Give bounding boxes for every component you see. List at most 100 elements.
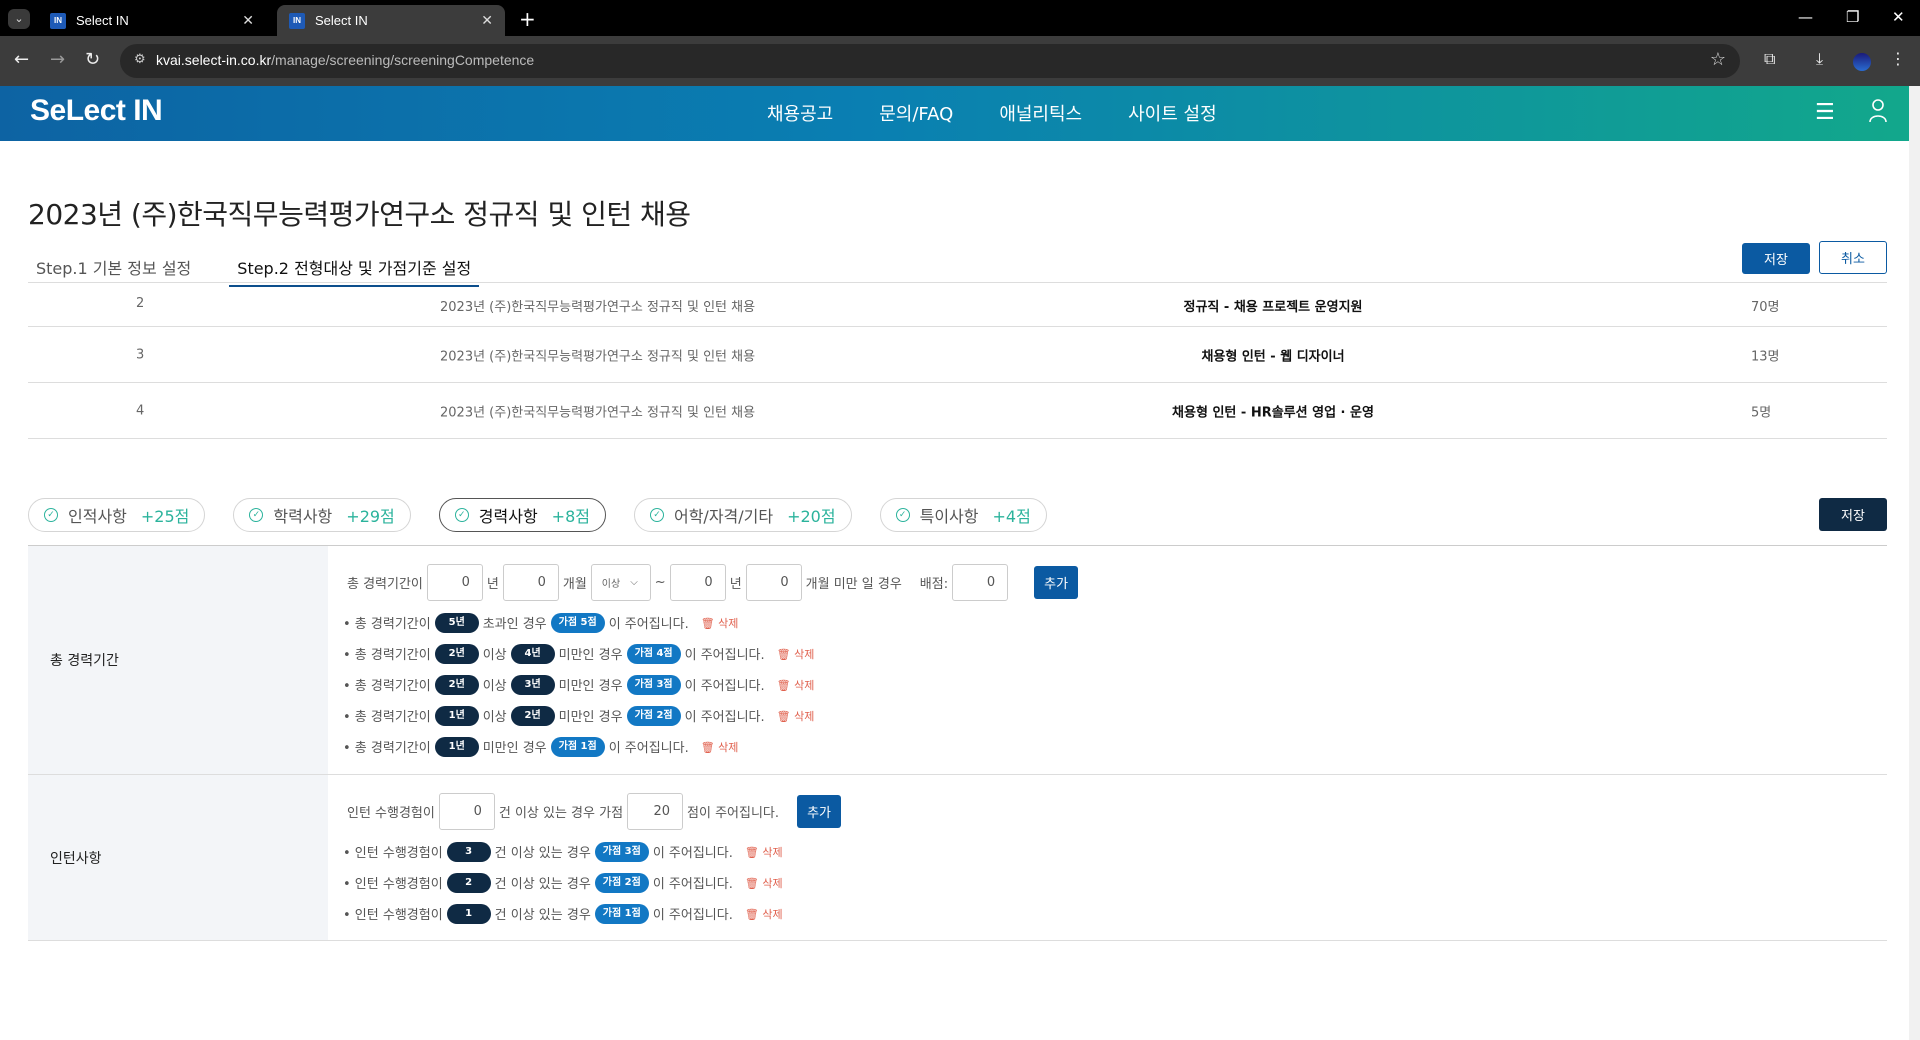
reload-icon[interactable]: ↻	[85, 49, 100, 70]
delete-rule-button[interactable]: 🗑 삭제	[777, 646, 815, 662]
years-from-input[interactable]	[426, 563, 483, 601]
hamburger-menu-icon[interactable]: ☰	[1815, 100, 1835, 125]
back-icon[interactable]: ←	[14, 49, 29, 70]
save-criteria-button[interactable]: 저장	[1819, 498, 1887, 531]
site-logo[interactable]: SeLect IN	[30, 94, 163, 128]
browser-tab-2[interactable]: IN Select IN ✕	[277, 5, 505, 36]
rule-value-badge: 3년	[510, 674, 555, 695]
delete-rule-button[interactable]: 🗑 삭제	[745, 906, 783, 922]
category-tab-special[interactable]: ✓ 특이사항 +4점	[879, 498, 1047, 532]
nav-item-analytics[interactable]: 애널리틱스	[999, 100, 1082, 126]
category-tab-career[interactable]: ✓ 경력사항 +8점	[438, 498, 606, 532]
rule-value-badge: 1년	[434, 705, 479, 726]
delete-rule-button[interactable]: 🗑 삭제	[777, 708, 815, 724]
table-row: 4 2023년 (주)한국직무능력평가연구소 정규직 및 인턴 채용 채용형 인…	[28, 383, 1887, 439]
delete-rule-button[interactable]: 🗑 삭제	[701, 615, 739, 631]
bookmark-star-icon[interactable]: ☆	[1710, 49, 1726, 70]
divider	[28, 282, 1887, 283]
minimize-icon[interactable]: —	[1798, 8, 1813, 26]
category-tab-education[interactable]: ✓ 학력사항 +29점	[233, 498, 411, 532]
delete-rule-button[interactable]: 🗑 삭제	[745, 875, 783, 891]
download-icon[interactable]: ⤓	[1816, 49, 1823, 69]
rule-text: 이 주어집니다.	[684, 648, 765, 663]
row-number: 2	[136, 296, 145, 311]
category-score: +25점	[140, 507, 190, 526]
form-label: 총 경력기간이	[347, 576, 423, 592]
forward-icon[interactable]: →	[50, 49, 65, 70]
delete-rule-button[interactable]: 🗑 삭제	[701, 739, 739, 755]
career-rule: • 총 경력기간이 2년 이상 4년 미만인 경우 가점 4점 이 주어집니다.…	[343, 638, 1887, 669]
form-label: 건 이상 있는 경우 가점	[498, 805, 624, 821]
browser-tabbar: ⌄ IN Select IN ✕ IN Select IN ✕ + — ❐ ✕	[0, 0, 1920, 36]
category-label: 특이사항	[919, 507, 979, 526]
extensions-icon[interactable]: ⧉	[1764, 49, 1775, 69]
check-circle-icon: ✓	[44, 508, 58, 522]
operator-value: 이상	[601, 578, 621, 590]
category-tab-personal[interactable]: ✓ 인적사항 +25점	[28, 498, 206, 532]
rule-text: 이 주어집니다.	[652, 908, 733, 923]
criteria-body: 총 경력기간이 년 개월 이상 ⌵ ~ 년 개월 미만 일 경우 배점: 추가 •…	[328, 546, 1887, 774]
rule-text: 이 주어집니다.	[652, 877, 733, 892]
rule-value-badge: 2년	[434, 674, 479, 695]
tab-favicon-icon: IN	[289, 12, 305, 29]
row-position: 채용형 인턴 - 웹 디자이너	[1201, 349, 1345, 364]
delete-rule-button[interactable]: 🗑 삭제	[745, 844, 783, 860]
rule-text: 이 주어집니다.	[652, 846, 733, 861]
row-number: 3	[136, 347, 145, 362]
months-from-input[interactable]	[502, 563, 559, 601]
intern-score-input[interactable]	[627, 792, 684, 830]
rule-value-badge: 1	[446, 903, 491, 924]
intern-rule: • 인턴 수행경험이 3 건 이상 있는 경우 가점 3점 이 주어집니다. 🗑…	[343, 836, 1887, 867]
career-rule: • 총 경력기간이 2년 이상 3년 미만인 경우 가점 3점 이 주어집니다.…	[343, 669, 1887, 700]
profile-avatar-icon[interactable]	[1853, 53, 1871, 71]
career-rule: • 총 경력기간이 1년 이상 2년 미만인 경우 가점 2점 이 주어집니다.…	[343, 700, 1887, 731]
score-input[interactable]	[952, 563, 1009, 601]
close-icon[interactable]: ✕	[481, 13, 493, 29]
rule-value-badge: 2	[446, 872, 491, 893]
add-intern-rule-button[interactable]: 추가	[797, 794, 842, 828]
page-scrollbar[interactable]	[1909, 86, 1920, 1040]
url-text: kvai.select-in.co.kr/manage/screening/sc…	[156, 52, 535, 68]
restore-icon[interactable]: ❐	[1846, 8, 1859, 26]
save-button[interactable]: 저장	[1742, 243, 1810, 274]
bonus-badge: 가점 1점	[550, 736, 605, 757]
rule-text: • 총 경력기간이	[343, 648, 431, 663]
category-label: 어학/자격/기타	[673, 507, 774, 526]
criteria-row-intern: 인턴사항 인턴 수행경험이 건 이상 있는 경우 가점 점이 주어집니다. 추가…	[28, 775, 1887, 941]
cancel-button[interactable]: 취소	[1819, 241, 1887, 274]
add-career-rule-button[interactable]: 추가	[1034, 565, 1079, 599]
check-circle-icon: ✓	[249, 508, 264, 522]
rule-text: 미만인 경우	[558, 648, 623, 663]
months-to-input[interactable]	[745, 563, 802, 601]
tab-search-menu-icon[interactable]: ⌄	[8, 9, 30, 29]
nav-item-faq[interactable]: 문의/FAQ	[879, 100, 953, 126]
rule-text: 이 주어집니다.	[608, 617, 689, 632]
operator-select[interactable]: 이상 ⌵	[590, 563, 651, 601]
browser-toolbar: ← → ↻ ⚙ kvai.select-in.co.kr/manage/scre…	[0, 36, 1920, 86]
close-icon[interactable]: ✕	[242, 13, 254, 29]
address-bar[interactable]: ⚙ kvai.select-in.co.kr/manage/screening/…	[120, 44, 1740, 78]
nav-item-jobs[interactable]: 채용공고	[767, 100, 833, 126]
rule-text: 미만인 경우	[558, 679, 623, 694]
site-info-icon[interactable]: ⚙	[134, 52, 146, 67]
tab-favicon-icon: IN	[50, 12, 66, 29]
nav-item-site-settings[interactable]: 사이트 설정	[1128, 100, 1217, 126]
years-to-input[interactable]	[669, 563, 726, 601]
category-score: +4점	[992, 507, 1031, 526]
more-menu-icon[interactable]: ⋮	[1890, 49, 1906, 68]
unit-month: 개월	[562, 576, 587, 592]
rule-text: 초과인 경우	[482, 617, 547, 632]
browser-tab-1[interactable]: IN Select IN ✕	[38, 5, 266, 36]
rule-text: 미만인 경우	[482, 741, 547, 756]
new-tab-icon[interactable]: +	[519, 7, 536, 31]
user-icon[interactable]	[1868, 98, 1888, 124]
delete-rule-button[interactable]: 🗑 삭제	[777, 677, 815, 693]
category-tab-language[interactable]: ✓ 어학/자격/기타 +20점	[633, 498, 852, 532]
window-close-icon[interactable]: ✕	[1892, 8, 1905, 26]
rule-text: • 총 경력기간이	[343, 679, 431, 694]
intern-count-input[interactable]	[438, 792, 495, 830]
table-row: 3 2023년 (주)한국직무능력평가연구소 정규직 및 인턴 채용 채용형 인…	[28, 327, 1887, 383]
career-rule: • 총 경력기간이 1년 미만인 경우 가점 1점 이 주어집니다. 🗑 삭제	[343, 731, 1887, 762]
page-title: 2023년 (주)한국직무능력평가연구소 정규직 및 인턴 채용	[28, 198, 691, 231]
unit-year: 년	[729, 576, 742, 592]
